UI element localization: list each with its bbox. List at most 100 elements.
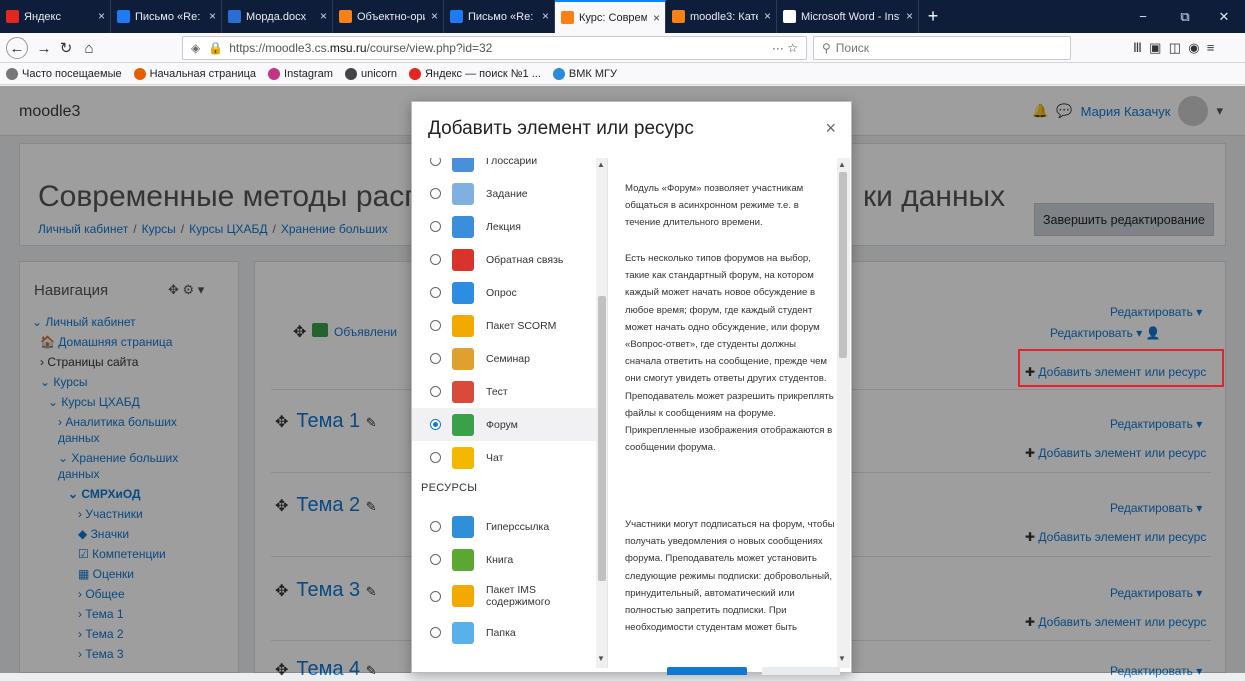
radio-button[interactable]: [430, 521, 441, 532]
resource-option[interactable]: Папка: [412, 616, 596, 649]
minimize-button[interactable]: −: [1122, 0, 1164, 33]
tab-title: moodle3: Категори: [690, 10, 758, 23]
browser-nav-bar: ← → ↻ ⌂ ◈ 🔒 https://moodle3.cs. msu.ru/co…: [0, 33, 1245, 63]
radio-button[interactable]: [430, 158, 441, 166]
option-label: Глоссарий: [486, 158, 538, 167]
bookmark-label: ВМК МГУ: [568, 67, 617, 80]
bookmark-item[interactable]: unicorn: [344, 67, 397, 80]
favicon-icon: [6, 10, 19, 23]
radio-button[interactable]: [430, 353, 441, 364]
activity-option[interactable]: Семинар: [412, 342, 596, 375]
activity-option[interactable]: Обратная связь: [412, 243, 596, 276]
page-actions-icon[interactable]: ··· ☆: [772, 41, 798, 55]
new-tab-button[interactable]: +: [919, 0, 947, 33]
module-icon: [452, 215, 474, 238]
bookmark-icon: [268, 67, 281, 80]
bookmark-item[interactable]: Начальная страница: [133, 67, 257, 80]
activity-option[interactable]: Форум: [412, 408, 596, 441]
browser-tab[interactable]: Яндекс ×: [0, 0, 111, 33]
activity-option[interactable]: Тест: [412, 375, 596, 408]
highlight-box: [1018, 349, 1224, 387]
bookmark-label: Начальная страница: [149, 67, 257, 80]
radio-button[interactable]: [430, 627, 441, 638]
browser-tab-bar: Яндекс×Письмо «Re: mood×Морда.docx×Объек…: [0, 0, 1245, 33]
module-icon: [452, 380, 474, 403]
module-icon: [452, 182, 474, 205]
option-label: Книга: [486, 553, 514, 566]
cancel-button[interactable]: [762, 667, 840, 675]
chooser-scrollbar[interactable]: ▲ ▼: [596, 158, 607, 668]
help-scrollbar[interactable]: ▲ ▼: [837, 158, 850, 668]
option-label: Папка: [486, 626, 516, 639]
close-tab-icon[interactable]: ×: [906, 9, 913, 23]
bookmark-item[interactable]: Instagram: [268, 67, 333, 80]
radio-button[interactable]: [430, 254, 441, 265]
toolbar-icons[interactable]: Ⅲ ▣ ◫ ◉ ≡: [1133, 40, 1214, 56]
activity-option[interactable]: Пакет SCORM: [412, 309, 596, 342]
tab-title: Письмо «Re: mood: [135, 10, 203, 23]
radio-button[interactable]: [430, 188, 441, 199]
module-icon: [452, 621, 474, 644]
radio-button[interactable]: [430, 287, 441, 298]
maximize-button[interactable]: ⧉: [1164, 0, 1206, 33]
forward-arrow-icon[interactable]: →: [33, 37, 55, 59]
option-label: Обратная связь: [486, 253, 564, 266]
bookmark-item[interactable]: ВМК МГУ: [552, 67, 617, 80]
radio-button[interactable]: [430, 419, 441, 430]
browser-tab[interactable]: Письмо «Re: mood ×: [111, 0, 222, 33]
browser-tab[interactable]: Объектно-ориента ×: [333, 0, 444, 33]
url-prefix: https://moodle3.cs.: [229, 41, 330, 55]
module-icon: [452, 281, 474, 304]
radio-button[interactable]: [430, 554, 441, 565]
bookmark-icon: [6, 67, 18, 80]
search-input[interactable]: ⚲ Поиск: [813, 36, 1071, 60]
close-tab-icon[interactable]: ×: [209, 9, 216, 23]
home-icon[interactable]: ⌂: [78, 37, 100, 59]
option-label: Пакет IMS содержимого: [486, 584, 551, 608]
favicon-icon: [117, 10, 130, 23]
resource-option[interactable]: Пакет IMS содержимого: [412, 576, 596, 616]
browser-tab[interactable]: Морда.docx ×: [222, 0, 333, 33]
close-tab-icon[interactable]: ×: [542, 9, 549, 23]
radio-button[interactable]: [430, 221, 441, 232]
back-arrow-icon[interactable]: ←: [6, 37, 28, 59]
close-tab-icon[interactable]: ×: [98, 9, 105, 23]
activity-option[interactable]: Чат: [412, 441, 596, 474]
browser-tab[interactable]: Письмо «Re: mood ×: [444, 0, 555, 33]
radio-button[interactable]: [430, 452, 441, 463]
bookmark-icon: [133, 67, 146, 80]
tab-title: Яндекс: [24, 10, 61, 23]
radio-button[interactable]: [430, 320, 441, 331]
resource-option[interactable]: Гиперссылка: [412, 510, 596, 543]
favicon-icon: [339, 10, 352, 23]
close-tab-icon[interactable]: ×: [320, 9, 327, 23]
close-tab-icon[interactable]: ×: [653, 11, 660, 25]
favicon-icon: [561, 11, 574, 24]
radio-button[interactable]: [430, 590, 441, 602]
url-bar[interactable]: ◈ 🔒 https://moodle3.cs. msu.ru/course/vie…: [182, 36, 807, 60]
resources-heading: РЕСУРСЫ: [421, 482, 478, 494]
activity-option[interactable]: Задание: [412, 177, 596, 210]
favicon-icon: [450, 10, 463, 23]
option-label: Гиперссылка: [486, 520, 550, 533]
option-label: Опрос: [486, 286, 517, 299]
close-icon[interactable]: ×: [825, 118, 836, 139]
activity-option[interactable]: Опрос: [412, 276, 596, 309]
bookmark-item[interactable]: Яндекс — поиск №1 ...: [409, 67, 541, 80]
bookmark-item[interactable]: Часто посещаемые: [6, 67, 122, 80]
radio-button[interactable]: [430, 386, 441, 397]
help-paragraph-3: Участники могут подписаться на форум, чт…: [625, 519, 835, 634]
reload-icon[interactable]: ↻: [55, 37, 77, 59]
browser-tab[interactable]: Курс: Современны ×: [555, 0, 666, 33]
browser-tab[interactable]: moodle3: Категори ×: [666, 0, 777, 33]
close-window-button[interactable]: ✕: [1203, 0, 1245, 33]
module-icon: [452, 413, 474, 436]
activity-option[interactable]: Лекция: [412, 210, 596, 243]
resource-option[interactable]: Книга: [412, 543, 596, 576]
activity-option[interactable]: Глоссарий: [412, 158, 596, 177]
close-tab-icon[interactable]: ×: [764, 9, 771, 23]
add-button[interactable]: [667, 667, 747, 675]
close-tab-icon[interactable]: ×: [431, 9, 438, 23]
browser-tab[interactable]: Microsoft Word - Instac ×: [777, 0, 919, 33]
module-icon: [452, 585, 474, 607]
